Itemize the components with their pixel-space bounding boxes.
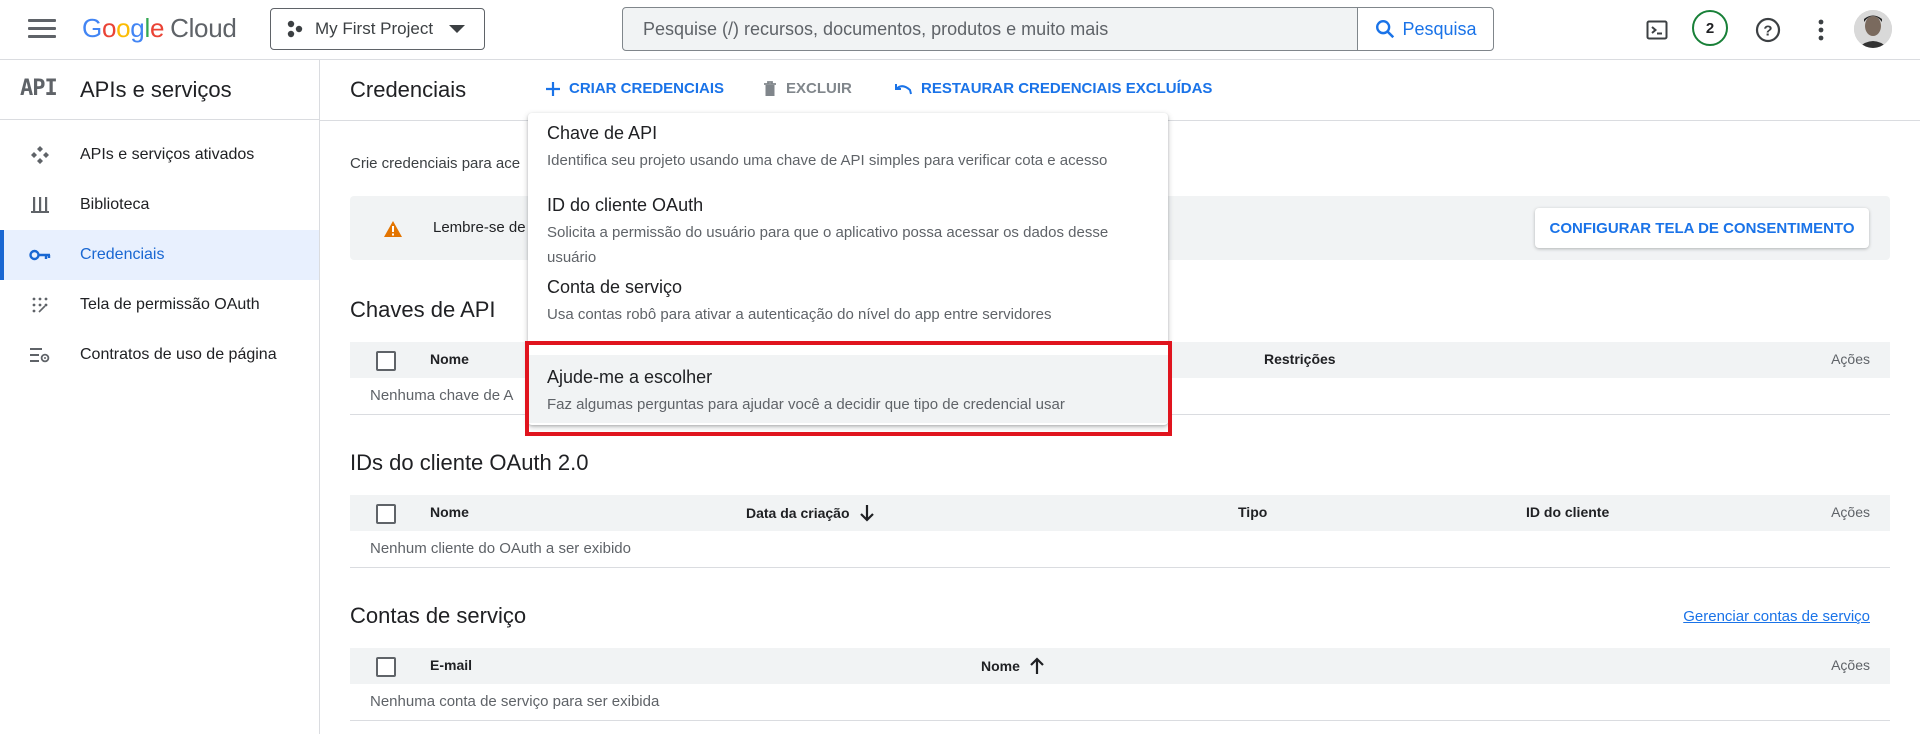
create-credentials-button[interactable]: CRIAR CREDENCIAIS [545,80,724,97]
sidebar-item-credenciais[interactable]: Credenciais [0,230,319,280]
oauth-table-header: Nome Data da criação Tipo ID do cliente … [350,495,1890,531]
manage-service-accounts-link[interactable]: Gerenciar contas de serviço [1683,608,1870,625]
menu-item-oauth-client-id[interactable]: ID do cliente OAuth Solicita a permissão… [528,195,1168,277]
search-button[interactable]: Pesquisa [1357,8,1493,50]
column-header-name[interactable]: Nome [981,657,1044,675]
sidebar-item-biblioteca[interactable]: Biblioteca [0,180,319,230]
sidebar-title: APIs e serviços [80,77,232,102]
empty-message: Nenhuma chave de A [370,387,514,404]
banner-text: Lembre-se de [433,219,526,236]
menu-item-api-key[interactable]: Chave de API Identifica seu projeto usan… [528,113,1168,195]
page-agreements-icon [30,348,50,363]
plus-icon [546,81,560,96]
undo-icon [895,83,912,94]
project-name: My First Project [315,19,434,38]
sidebar: API APIs e serviços APIs e serviços ativ… [0,60,320,734]
project-selector-button[interactable]: My First Project [270,8,485,50]
warning-icon [383,220,403,243]
main-menu-icon[interactable] [28,19,56,41]
api-logo: API [20,76,58,101]
column-header[interactable]: E-mail [430,657,472,673]
select-all-service-accounts-checkbox[interactable] [376,657,396,677]
account-avatar[interactable] [1854,10,1892,48]
google-cloud-logo[interactable]: Google Cloud [82,13,237,44]
column-header: Ações [1831,351,1870,367]
highlight-box [525,341,1172,436]
column-header: Restrições [1264,351,1336,367]
cloud-shell-icon[interactable] [1642,15,1672,45]
column-header[interactable]: Nome [430,504,469,520]
restore-deleted-credentials-button[interactable]: RESTAURAR CREDENCIAIS EXCLUÍDAS [893,80,1212,97]
select-all-oauth-checkbox[interactable] [376,504,396,524]
column-header: Ações [1831,657,1870,673]
top-app-bar: Google Cloud My First Project Pesquise (/… [0,0,1920,60]
oauth-consent-icon [32,297,48,313]
menu-item-service-account[interactable]: Conta de serviço Usa contas robô para at… [528,277,1168,345]
notifications-badge[interactable]: 2 [1692,10,1728,46]
oauth-clients-title: IDs do cliente OAuth 2.0 [350,450,589,475]
service-accounts-title: Contas de serviço [350,603,527,628]
apis-icon [31,146,49,164]
chevron-down-icon [449,25,466,33]
column-header[interactable]: ID do cliente [1526,504,1609,520]
svg-text:?: ? [1763,23,1772,40]
configure-consent-screen-button[interactable]: CONFIGURAR TELA DE CONSENTIMENTO [1535,208,1869,248]
column-header-created-date[interactable]: Data da criação [746,504,874,522]
library-icon [31,197,49,213]
service-accounts-empty-row: Nenhuma conta de serviço para ser exibid… [350,684,1890,721]
sidebar-item-apis-ativados[interactable]: APIs e serviços ativados [0,130,319,180]
api-keys-title: Chaves de API [350,297,496,322]
more-vert-icon[interactable] [1806,15,1836,45]
search-input[interactable]: Pesquise (/) recursos, documentos, produ… [623,8,1357,50]
column-header[interactable]: Tipo [1238,504,1267,520]
sidebar-item-contratos[interactable]: Contratos de uso de página [0,330,319,380]
intro-text: Crie credenciais para ace [350,155,521,172]
project-icon [287,20,303,38]
sidebar-header: API APIs e serviços [0,60,319,120]
empty-message: Nenhum cliente do OAuth a ser exibido [370,540,631,557]
trash-icon [764,81,776,96]
column-header[interactable]: Nome [430,351,469,367]
delete-button[interactable]: EXCLUIR [762,80,852,97]
column-header: Ações [1831,504,1870,520]
search-bar: Pesquise (/) recursos, documentos, produ… [622,7,1494,51]
key-icon [29,249,51,261]
empty-message: Nenhuma conta de serviço para ser exibid… [370,693,660,710]
help-icon[interactable]: ? [1753,15,1783,45]
sidebar-item-oauth-consent[interactable]: Tela de permissão OAuth [0,280,319,330]
oauth-empty-row: Nenhum cliente do OAuth a ser exibido [350,531,1890,568]
page-title: Credenciais [350,77,467,102]
arrow-down-icon [859,505,874,522]
select-all-api-keys-checkbox[interactable] [376,351,396,371]
arrow-up-icon [1030,657,1044,674]
service-accounts-table-header: E-mail Nome Ações [350,648,1890,684]
search-icon [1376,20,1395,39]
